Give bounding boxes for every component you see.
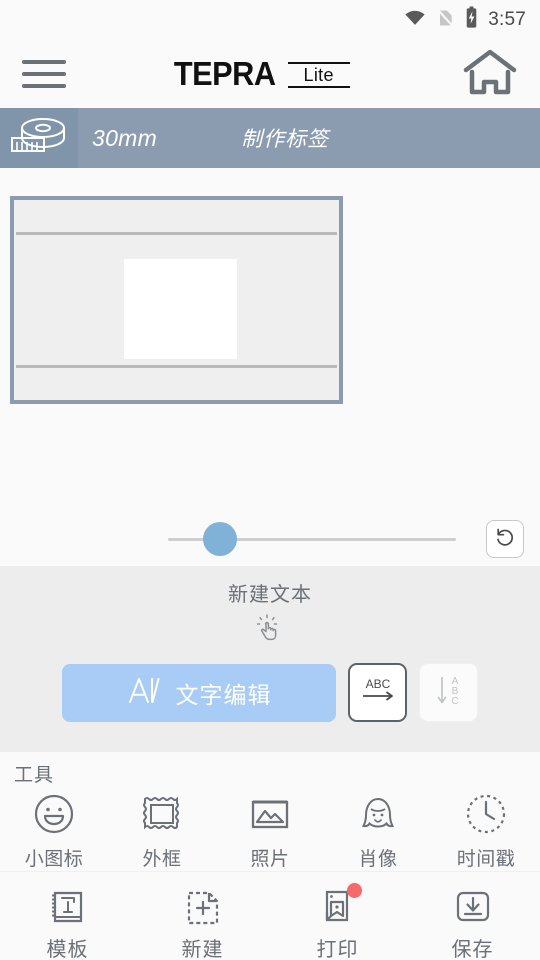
text-edit-panel: 新建文本 文字编辑 ABC A B C — [0, 566, 540, 752]
hamburger-line — [22, 84, 66, 88]
text-orientation-vertical-button[interactable]: A B C — [419, 663, 478, 722]
brand-rule-top — [287, 61, 350, 64]
reset-rotate-icon — [493, 525, 517, 554]
svg-text:C: C — [451, 696, 458, 707]
home-button[interactable] — [462, 46, 518, 102]
text-edit-controls-row: 文字编辑 ABC A B C — [0, 663, 540, 722]
smiley-face-icon — [31, 791, 77, 842]
app-bar: TEPRA Lite — [0, 40, 540, 108]
tape-info-bar[interactable]: 30mm 制作标签 — [0, 108, 540, 168]
text-vertical-abc-icon: A B C — [429, 671, 469, 714]
app-root: 3:57 TEPRA Lite 30mm 制作标签 新建文本 文字编辑 ABC … — [0, 0, 540, 960]
text-edit-button[interactable]: 文字编辑 — [62, 663, 336, 722]
nav-label: 模板 — [46, 939, 89, 960]
print-labels-icon — [315, 883, 362, 930]
tool-label: 小图标 — [24, 849, 84, 870]
nav-item-print[interactable]: 打印 — [278, 883, 398, 960]
tool-label: 照片 — [250, 849, 290, 870]
label-canvas-area[interactable] — [0, 168, 540, 512]
text-orientation-horizontal-button[interactable]: ABC — [348, 663, 407, 722]
new-page-plus-icon — [180, 884, 226, 930]
brand-name: TEPRA — [174, 55, 276, 92]
tool-item-portrait[interactable]: 肖像 — [328, 791, 428, 871]
bottom-navigation: 模板 新建 打印 保存 — [0, 871, 540, 960]
tools-row: 小图标 外框 照片 肖像 时间戳 — [0, 791, 540, 871]
clock-timestamp-icon — [463, 791, 509, 842]
brand-rule-bottom — [287, 86, 350, 89]
zoom-slider-row — [0, 512, 540, 566]
hamburger-line — [22, 72, 66, 76]
tool-item-timestamp[interactable]: 时间戳 — [436, 791, 536, 871]
tape-mode-label: 制作标签 — [241, 128, 330, 151]
tools-title: 工具 — [14, 765, 55, 786]
label-guide-line-top — [16, 232, 337, 235]
battery-charging-icon — [464, 6, 479, 34]
nav-item-save[interactable]: 保存 — [413, 884, 533, 960]
template-book-icon — [45, 884, 91, 930]
photo-image-icon — [247, 791, 293, 842]
hamburger-line — [22, 60, 66, 64]
tool-item-photo[interactable]: 照片 — [220, 791, 320, 871]
new-text-title: 新建文本 — [228, 584, 312, 606]
brand-edition-badge: Lite — [287, 60, 350, 89]
portrait-person-icon — [355, 791, 401, 842]
home-icon — [463, 48, 517, 101]
tape-icon-container — [0, 108, 78, 168]
frame-border-icon — [139, 791, 185, 842]
label-preview-frame[interactable] — [10, 196, 343, 404]
text-edit-button-label: 文字编辑 — [175, 681, 272, 708]
reset-button[interactable] — [486, 520, 524, 558]
text-horizontal-abc-icon: ABC — [357, 673, 399, 712]
tool-item-icon[interactable]: 小图标 — [4, 791, 104, 871]
status-bar: 3:57 — [0, 0, 540, 40]
wifi-icon — [404, 7, 426, 34]
save-download-icon — [450, 884, 496, 930]
tools-section: 工具 小图标 外框 照片 肖像 时间戳 — [0, 752, 540, 871]
nav-item-template[interactable]: 模板 — [8, 884, 128, 960]
tape-roll-icon — [10, 116, 68, 161]
sim-card-off-icon — [435, 7, 455, 34]
nav-label: 保存 — [451, 939, 494, 960]
svg-text:ABC: ABC — [365, 677, 390, 691]
hamburger-menu-icon[interactable] — [22, 54, 70, 94]
tool-label: 肖像 — [358, 849, 398, 870]
tool-label: 时间戳 — [456, 849, 516, 870]
label-preview-inner — [14, 200, 339, 400]
print-notification-badge — [346, 883, 362, 898]
label-guide-line-bottom — [16, 365, 337, 368]
slider-thumb[interactable] — [202, 522, 237, 556]
status-clock: 3:57 — [488, 9, 526, 30]
brand-edition-label: Lite — [303, 64, 334, 85]
tool-label: 外框 — [142, 849, 182, 870]
font-A-icon — [127, 675, 163, 710]
app-logo: TEPRA Lite — [170, 55, 350, 93]
nav-label: 新建 — [181, 939, 224, 960]
nav-item-new[interactable]: 新建 — [143, 884, 263, 960]
size-slider[interactable] — [168, 519, 456, 559]
tool-item-frame[interactable]: 外框 — [112, 791, 212, 871]
nav-label: 打印 — [316, 939, 359, 960]
tap-hand-icon — [253, 613, 287, 647]
tape-width-label: 30mm — [92, 124, 158, 151]
label-text-object[interactable] — [124, 259, 237, 359]
